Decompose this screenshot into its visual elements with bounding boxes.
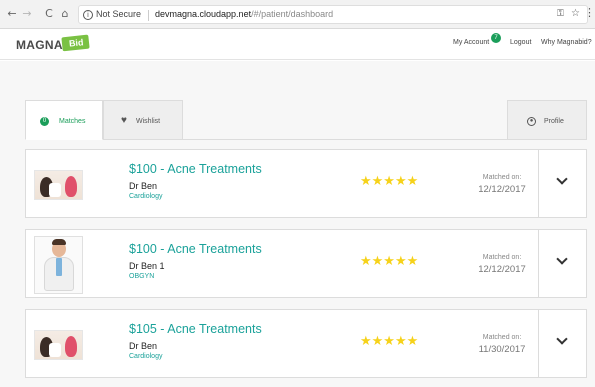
browser-menu-icon[interactable]: ⋮ bbox=[584, 6, 595, 19]
home-icon[interactable]: ⌂ bbox=[58, 7, 72, 21]
back-arrow-icon[interactable]: ← bbox=[5, 7, 19, 21]
matched-on-label: Matched on: bbox=[482, 174, 522, 181]
heart-icon: ♥ bbox=[121, 115, 127, 126]
patient-shirt bbox=[49, 183, 61, 197]
match-card[interactable]: $105 - Acne Treatments Dr Ben Cardiology… bbox=[25, 309, 587, 378]
doctor-name: Dr Ben bbox=[129, 341, 158, 351]
url-text[interactable]: devmagna.cloudapp.net/#/patient/dashboar… bbox=[155, 9, 333, 19]
expand-button[interactable] bbox=[538, 310, 587, 377]
dashboard-tabs: 0 Matches ♥ Wishlist ● Profile bbox=[25, 100, 587, 140]
doctor-specialty: OBGYN bbox=[129, 273, 155, 280]
why-magnabid-link[interactable]: Why Magnabid? bbox=[541, 39, 592, 46]
doctor-name: Dr Ben 1 bbox=[129, 261, 165, 271]
expand-button[interactable] bbox=[538, 230, 587, 297]
match-card[interactable]: $100 - Acne Treatments Dr Ben 1 OBGYN ★★… bbox=[25, 229, 587, 298]
dashboard-content: 0 Matches ♥ Wishlist ● Profile $100 - Ac… bbox=[0, 61, 595, 387]
security-label[interactable]: Not Secure bbox=[96, 9, 141, 19]
logo-tag: Bid bbox=[61, 34, 90, 52]
user-icon: ● bbox=[527, 117, 536, 126]
tab-profile-label: Profile bbox=[544, 118, 564, 125]
logout-link[interactable]: Logout bbox=[510, 39, 531, 46]
consultation-thumbnail bbox=[34, 170, 83, 200]
doctor-specialty: Cardiology bbox=[129, 193, 163, 200]
doctor-name: Dr Ben bbox=[129, 181, 158, 191]
bookmark-star-icon[interactable]: ☆ bbox=[571, 8, 580, 19]
matches-count-badge: 0 bbox=[40, 117, 49, 126]
tab-matches-label: Matches bbox=[59, 118, 86, 125]
matched-on-date: 12/12/2017 bbox=[478, 184, 526, 195]
page-root: ← → C ⌂ i Not Secure devmagna.cloudapp.n… bbox=[0, 0, 595, 387]
address-divider bbox=[148, 10, 149, 21]
app-header: MAGNA Bid My Account 7 Logout Why Magnab… bbox=[0, 29, 595, 60]
my-account-link[interactable]: My Account bbox=[453, 39, 489, 46]
match-title[interactable]: $100 - Acne Treatments bbox=[129, 162, 262, 176]
doctor-thumbnail bbox=[34, 236, 83, 294]
tab-matches[interactable]: 0 Matches bbox=[25, 100, 103, 140]
address-bar[interactable]: i Not Secure devmagna.cloudapp.net/#/pat… bbox=[78, 5, 588, 24]
rating-stars: ★★★★★ bbox=[360, 174, 419, 189]
doctor-figure bbox=[65, 176, 77, 197]
doctor-hair bbox=[52, 239, 66, 245]
doctor-tie bbox=[56, 258, 62, 276]
chevron-down-icon bbox=[556, 253, 568, 265]
expand-button[interactable] bbox=[538, 150, 587, 217]
account-notification-badge: 7 bbox=[491, 33, 501, 43]
url-host: devmagna.cloudapp.net bbox=[155, 9, 252, 19]
url-path: /#/patient/dashboard bbox=[251, 9, 334, 19]
rating-stars: ★★★★★ bbox=[360, 254, 419, 269]
tab-wishlist[interactable]: ♥ Wishlist bbox=[103, 100, 183, 140]
key-icon[interactable]: ⚿ bbox=[557, 9, 564, 19]
logo-text: MAGNA bbox=[16, 38, 63, 52]
matched-on-date: 11/30/2017 bbox=[478, 344, 526, 355]
doctor-specialty: Cardiology bbox=[129, 353, 163, 360]
matched-on-date: 12/12/2017 bbox=[478, 264, 526, 275]
forward-arrow-icon[interactable]: → bbox=[20, 7, 34, 21]
chevron-down-icon bbox=[556, 173, 568, 185]
rating-stars: ★★★★★ bbox=[360, 334, 419, 349]
patient-shirt bbox=[49, 343, 61, 357]
match-title[interactable]: $105 - Acne Treatments bbox=[129, 322, 262, 336]
matched-on-label: Matched on: bbox=[482, 334, 522, 341]
tab-profile[interactable]: ● Profile bbox=[507, 100, 587, 140]
match-card[interactable]: $100 - Acne Treatments Dr Ben Cardiology… bbox=[25, 149, 587, 218]
chevron-down-icon bbox=[556, 333, 568, 345]
matched-on-label: Matched on: bbox=[482, 254, 522, 261]
consultation-thumbnail bbox=[34, 330, 83, 360]
tab-wishlist-label: Wishlist bbox=[136, 118, 161, 125]
match-title[interactable]: $100 - Acne Treatments bbox=[129, 242, 262, 256]
doctor-figure bbox=[65, 336, 77, 357]
info-icon[interactable]: i bbox=[83, 10, 93, 20]
browser-toolbar: ← → C ⌂ i Not Secure devmagna.cloudapp.n… bbox=[0, 0, 595, 29]
reload-icon[interactable]: C bbox=[42, 7, 56, 21]
